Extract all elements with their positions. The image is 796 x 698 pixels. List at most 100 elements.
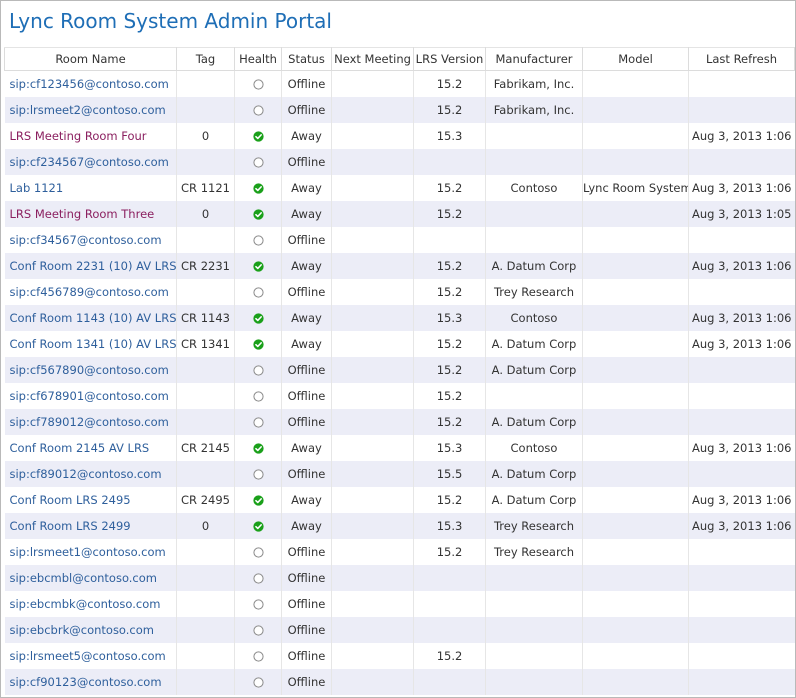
tag-cell xyxy=(176,539,235,565)
room-name-link[interactable]: Conf Room LRS 2499 xyxy=(10,519,131,533)
room-name-link[interactable]: sip:cf678901@contoso.com xyxy=(10,389,169,403)
lrs-version-cell: 15.2 xyxy=(413,70,486,97)
model-cell xyxy=(582,513,689,539)
model-cell xyxy=(582,70,689,97)
lrs-version-cell: 15.2 xyxy=(413,409,486,435)
lrs-version-cell: 15.2 xyxy=(413,383,486,409)
column-header-room-name[interactable]: Room Name xyxy=(4,47,177,71)
table-row[interactable]: LRS Meeting Room Four 0 Away 15.3 Aug 3, 201… xyxy=(5,123,795,149)
room-name-link[interactable]: sip:ebcbrk@contoso.com xyxy=(10,623,154,637)
tag-cell: CR 1143 xyxy=(176,305,235,331)
table-row[interactable]: sip:ebcbrk@contoso.com Offline xyxy=(4,617,795,643)
health-cell xyxy=(234,201,282,227)
column-header-last-refresh[interactable]: Last Refresh xyxy=(688,47,795,71)
green-check-icon xyxy=(252,261,264,272)
table-row[interactable]: Conf Room LRS 2499 0 Away 15.3 Trey Research… xyxy=(4,513,795,539)
table-row[interactable]: sip:lrsmeet2@contoso.com Offline 15.2 Fabri… xyxy=(4,97,795,123)
room-name-link[interactable]: Conf Room 1341 (10) AV LRS xyxy=(10,337,177,351)
last-refresh-cell: Aug 3, 2013 1:06 xyxy=(688,487,795,513)
lrs-version-cell xyxy=(413,617,486,643)
tag-cell xyxy=(176,70,235,97)
room-name-link[interactable]: Conf Room 1143 (10) AV LRS xyxy=(10,311,177,325)
manufacturer-cell xyxy=(485,149,583,175)
column-header-status[interactable]: Status xyxy=(281,47,332,71)
health-cell xyxy=(234,227,282,253)
last-refresh-cell: Aug 3, 2013 1:06 xyxy=(688,305,795,331)
health-cell xyxy=(234,461,282,487)
last-refresh-cell xyxy=(688,383,795,409)
room-name-link[interactable]: sip:cf89012@contoso.com xyxy=(10,467,162,481)
table-row[interactable]: Conf Room 2145 AV LRS CR 2145 Away 15.3 Cont… xyxy=(5,435,795,461)
model-cell xyxy=(582,123,689,149)
table-row[interactable]: Conf Room 1143 (10) AV LRS CR 1143 Away 15.… xyxy=(4,305,795,331)
column-header-model[interactable]: Model xyxy=(582,47,689,71)
table-row[interactable]: sip:cf89012@contoso.com Offline 15.5 A. Dat… xyxy=(4,461,795,487)
status-cell: Away xyxy=(281,201,332,227)
manufacturer-cell: A. Datum Corp xyxy=(485,487,583,513)
room-name-link[interactable]: LRS Meeting Room Three xyxy=(10,207,155,221)
room-name-link[interactable]: sip:lrsmeet2@contoso.com xyxy=(10,103,166,117)
table-row[interactable]: Conf Room LRS 2495 CR 2495 Away 15.2 A. Datu… xyxy=(5,487,795,513)
lrs-version-cell xyxy=(413,591,486,617)
room-name-link[interactable]: sip:cf234567@contoso.com xyxy=(10,155,169,169)
table-row[interactable]: sip:cf123456@contoso.com Offline 15.2 Fabri… xyxy=(5,70,795,97)
column-header-next-meeting[interactable]: Next Meeting xyxy=(331,47,414,71)
room-name-link[interactable]: sip:cf456789@contoso.com xyxy=(10,285,169,299)
health-cell xyxy=(234,305,282,331)
room-name-link[interactable]: sip:cf789012@contoso.com xyxy=(10,415,169,429)
room-name-link[interactable]: sip:cf567890@contoso.com xyxy=(10,363,169,377)
table-row[interactable]: sip:lrsmeet5@contoso.com Offline 15.2 xyxy=(5,643,795,669)
health-cell xyxy=(234,357,282,383)
model-cell xyxy=(582,305,689,331)
room-name-link[interactable]: Lab 1121 xyxy=(10,181,64,195)
table-row[interactable]: LRS Meeting Room Three 0 Away 15.2 Aug 3, 20… xyxy=(4,201,795,227)
table-row[interactable]: sip:cf34567@contoso.com Offline xyxy=(5,227,795,253)
room-name-cell: Conf Room 2145 AV LRS xyxy=(5,435,177,461)
room-name-link[interactable]: LRS Meeting Room Four xyxy=(10,129,147,143)
room-name-link[interactable]: sip:ebcmbk@contoso.com xyxy=(10,597,161,611)
next-meeting-cell xyxy=(331,461,414,487)
room-name-link[interactable]: sip:ebcmbl@contoso.com xyxy=(10,571,158,585)
status-cell: Away xyxy=(281,331,332,357)
column-header-lrs-version[interactable]: LRS Version xyxy=(413,47,486,71)
lrs-version-cell xyxy=(413,227,486,253)
table-row[interactable]: Conf Room 2231 (10) AV LRS CR 2231 Away 15.… xyxy=(4,253,795,279)
table-row[interactable]: sip:lrsmeet1@contoso.com Offline 15.2 Trey … xyxy=(5,539,795,565)
room-name-link[interactable]: Conf Room LRS 2495 xyxy=(10,493,131,507)
table-row[interactable]: sip:ebcmbk@contoso.com Offline xyxy=(5,591,795,617)
status-cell: Away xyxy=(281,487,332,513)
table-row[interactable]: sip:cf678901@contoso.com Offline 15.2 xyxy=(5,383,795,409)
manufacturer-cell xyxy=(485,669,583,695)
column-header-health[interactable]: Health xyxy=(234,47,282,71)
table-row[interactable]: sip:cf234567@contoso.com Offline xyxy=(4,149,795,175)
health-cell xyxy=(234,539,282,565)
column-header-manufacturer[interactable]: Manufacturer xyxy=(485,47,583,71)
room-name-link[interactable]: sip:cf34567@contoso.com xyxy=(10,233,162,247)
room-name-link[interactable]: sip:cf123456@contoso.com xyxy=(10,77,169,91)
room-name-link[interactable]: sip:lrsmeet5@contoso.com xyxy=(10,649,166,663)
table-row[interactable]: Lab 1121 CR 1121 Away 15.2 Contoso Lync Room … xyxy=(5,175,795,201)
table-header-row: Room Name Tag Health Status Next Meeting… xyxy=(4,47,795,71)
room-name-link[interactable]: sip:cf90123@contoso.com xyxy=(10,675,162,689)
tag-cell xyxy=(176,409,235,435)
model-cell xyxy=(582,331,689,357)
tag-cell: CR 1341 xyxy=(176,331,235,357)
room-name-link[interactable]: Conf Room 2145 AV LRS xyxy=(10,441,150,455)
column-header-tag[interactable]: Tag xyxy=(176,47,235,71)
table-row[interactable]: sip:cf789012@contoso.com Offline 15.2 A. Da… xyxy=(4,409,795,435)
health-cell xyxy=(234,643,282,669)
model-cell xyxy=(582,279,689,305)
table-row[interactable]: sip:cf567890@contoso.com Offline 15.2 A. Da… xyxy=(4,357,795,383)
lrs-version-cell: 15.2 xyxy=(413,331,486,357)
table-row[interactable]: sip:cf456789@contoso.com Offline 15.2 Trey … xyxy=(5,279,795,305)
table-row[interactable]: sip:ebcmbl@contoso.com Offline xyxy=(4,565,795,591)
last-refresh-cell xyxy=(688,617,795,643)
table-row[interactable]: Conf Room 1341 (10) AV LRS CR 1341 Away 15.… xyxy=(5,331,795,357)
status-cell: Offline xyxy=(281,149,332,175)
health-cell xyxy=(234,149,282,175)
rooms-table: Room Name Tag Health Status Next Meeting… xyxy=(4,47,795,695)
room-name-link[interactable]: Conf Room 2231 (10) AV LRS xyxy=(10,259,177,273)
room-name-link[interactable]: sip:lrsmeet1@contoso.com xyxy=(10,545,166,559)
last-refresh-cell xyxy=(688,357,795,383)
table-row[interactable]: sip:cf90123@contoso.com Offline xyxy=(4,669,795,695)
